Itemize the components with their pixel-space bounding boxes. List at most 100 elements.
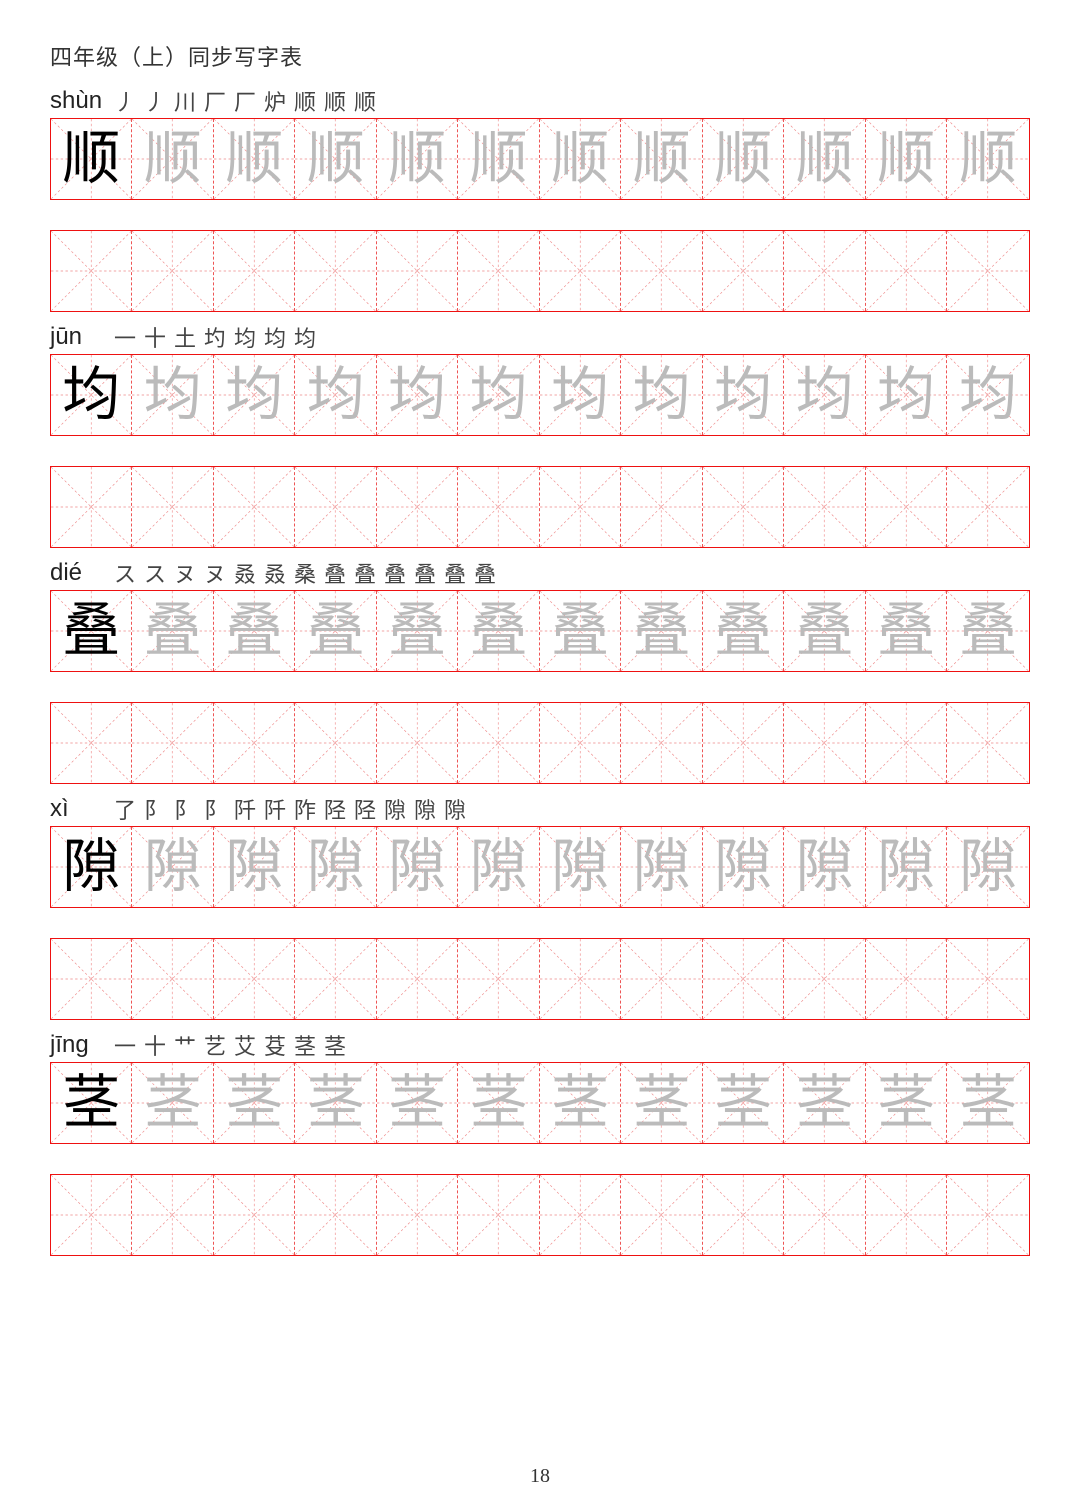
- trace-character: 叠: [877, 602, 935, 660]
- stroke-step: 叠: [320, 557, 350, 589]
- stroke-step: 均: [260, 321, 290, 353]
- trace-character: 隙: [633, 838, 691, 896]
- practice-cell: [866, 939, 947, 1019]
- practice-cell: [947, 467, 1028, 547]
- pinyin-label: shùn: [50, 87, 110, 115]
- practice-cell: [540, 939, 621, 1019]
- stroke-step: 顺: [350, 85, 380, 117]
- trace-cell: 均: [621, 355, 702, 435]
- trace-cell: 茎: [703, 1063, 784, 1143]
- trace-character: 叠: [796, 602, 854, 660]
- trace-cell: 叠: [295, 591, 376, 671]
- trace-cell: 茎: [621, 1063, 702, 1143]
- model-character: 隙: [62, 838, 120, 896]
- pinyin-row: shùn丿丿川厂厂炉顺顺顺: [50, 84, 1030, 118]
- character-row: 隙 隙 隙 隙 隙 隙 隙 隙 隙 隙 隙 隙: [50, 826, 1030, 908]
- trace-character: 隙: [225, 838, 283, 896]
- practice-cell: [866, 1175, 947, 1255]
- trace-character: 叠: [388, 602, 446, 660]
- trace-character: 均: [959, 366, 1017, 424]
- stroke-step: 茎: [320, 1029, 350, 1061]
- trace-character: 茎: [714, 1074, 772, 1132]
- stroke-step: 阡: [230, 793, 260, 825]
- trace-cell: 隙: [295, 827, 376, 907]
- trace-cell: 叠: [621, 591, 702, 671]
- pinyin-row: xì了阝阝阝阡阡阼陉陉隙隙隙: [50, 792, 1030, 826]
- model-cell: 均: [51, 355, 132, 435]
- pinyin-label: dié: [50, 559, 110, 587]
- practice-cell: [51, 231, 132, 311]
- pinyin-label: jīng: [50, 1031, 110, 1059]
- character-block: shùn丿丿川厂厂炉顺顺顺 顺 顺 顺 顺 顺 顺 顺 顺 顺 顺 顺 顺: [50, 84, 1030, 312]
- trace-character: 茎: [796, 1074, 854, 1132]
- trace-character: 隙: [877, 838, 935, 896]
- model-cell: 茎: [51, 1063, 132, 1143]
- practice-cell: [703, 1175, 784, 1255]
- trace-character: 隙: [388, 838, 446, 896]
- practice-cell: [51, 1175, 132, 1255]
- practice-cell: [132, 231, 213, 311]
- pinyin-row: jūn一十土圴均均均: [50, 320, 1030, 354]
- practice-cell: [784, 1175, 865, 1255]
- stroke-step: 叒: [230, 557, 260, 589]
- trace-character: 顺: [714, 130, 772, 188]
- stroke-step: 艺: [200, 1029, 230, 1061]
- trace-cell: 均: [377, 355, 458, 435]
- trace-character: 叠: [959, 602, 1017, 660]
- character-block: xì了阝阝阝阡阡阼陉陉隙隙隙 隙 隙 隙 隙 隙 隙 隙 隙 隙 隙 隙 隙: [50, 792, 1030, 1020]
- stroke-step: ヌ: [200, 557, 230, 589]
- trace-character: 叠: [307, 602, 365, 660]
- practice-cell: [621, 1175, 702, 1255]
- trace-cell: 顺: [947, 119, 1028, 199]
- practice-cell: [132, 1175, 213, 1255]
- trace-cell: 均: [540, 355, 621, 435]
- stroke-step: 圴: [200, 321, 230, 353]
- trace-cell: 顺: [866, 119, 947, 199]
- trace-cell: 顺: [377, 119, 458, 199]
- stroke-step: 厂: [230, 85, 260, 117]
- model-character: 顺: [62, 130, 120, 188]
- trace-character: 顺: [144, 130, 202, 188]
- stroke-step: 顺: [290, 85, 320, 117]
- trace-character: 顺: [796, 130, 854, 188]
- stroke-step: 叒: [260, 557, 290, 589]
- practice-cell: [295, 939, 376, 1019]
- trace-cell: 茎: [784, 1063, 865, 1143]
- trace-character: 均: [388, 366, 446, 424]
- model-cell: 隙: [51, 827, 132, 907]
- trace-cell: 隙: [132, 827, 213, 907]
- trace-character: 均: [551, 366, 609, 424]
- trace-character: 顺: [388, 130, 446, 188]
- trace-character: 顺: [959, 130, 1017, 188]
- trace-character: 隙: [796, 838, 854, 896]
- practice-cell: [784, 703, 865, 783]
- stroke-step: ス: [110, 557, 140, 589]
- practice-cell: [947, 939, 1028, 1019]
- character-row: 顺 顺 顺 顺 顺 顺 顺 顺 顺 顺 顺 顺: [50, 118, 1030, 200]
- practice-cell: [947, 703, 1028, 783]
- stroke-step: ヌ: [170, 557, 200, 589]
- trace-character: 均: [144, 366, 202, 424]
- stroke-step: 川: [170, 85, 200, 117]
- stroke-step: 叠: [350, 557, 380, 589]
- practice-cell: [784, 231, 865, 311]
- trace-character: 顺: [225, 130, 283, 188]
- trace-cell: 叠: [377, 591, 458, 671]
- character-block: jīng一十艹艺艾芟茎茎 茎 茎 茎 茎 茎 茎 茎 茎 茎 茎 茎 茎: [50, 1028, 1030, 1256]
- practice-cell: [214, 467, 295, 547]
- practice-cell: [51, 939, 132, 1019]
- practice-cell: [214, 939, 295, 1019]
- trace-cell: 均: [458, 355, 539, 435]
- trace-cell: 隙: [377, 827, 458, 907]
- character-block: jūn一十土圴均均均 均 均 均 均 均 均 均 均 均 均 均 均: [50, 320, 1030, 548]
- stroke-step: 均: [230, 321, 260, 353]
- trace-cell: 叠: [703, 591, 784, 671]
- stroke-step: 桑: [290, 557, 320, 589]
- trace-cell: 叠: [458, 591, 539, 671]
- trace-character: 顺: [551, 130, 609, 188]
- trace-character: 隙: [470, 838, 528, 896]
- practice-cell: [51, 467, 132, 547]
- trace-character: 隙: [144, 838, 202, 896]
- practice-cell: [621, 703, 702, 783]
- trace-character: 茎: [959, 1074, 1017, 1132]
